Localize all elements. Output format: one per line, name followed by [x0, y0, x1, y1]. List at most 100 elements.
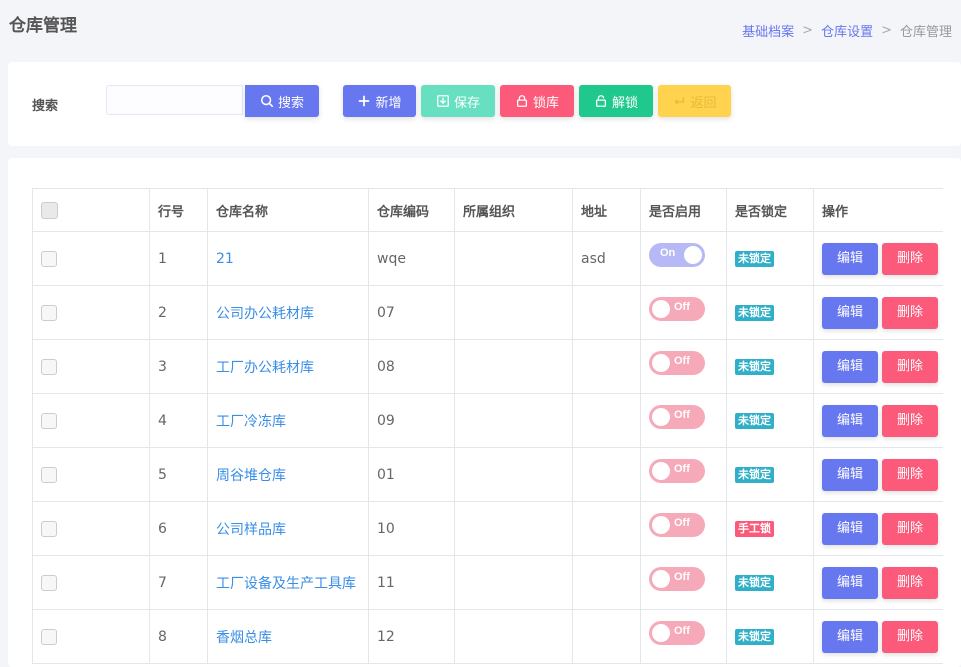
- row-number: 4: [149, 393, 208, 448]
- delete-button[interactable]: 删除: [882, 620, 938, 653]
- delete-button[interactable]: 删除: [882, 242, 938, 275]
- lock-status-cell: 未锁定: [726, 609, 814, 664]
- warehouse-code: 07: [368, 285, 455, 340]
- delete-button[interactable]: 删除: [882, 512, 938, 545]
- save-button[interactable]: 保存: [421, 85, 495, 117]
- table-row: 1 21 wqe asd On 未锁定 编辑 删除: [32, 231, 943, 286]
- enabled-toggle[interactable]: Off: [649, 566, 705, 591]
- edit-button[interactable]: 编辑: [822, 512, 878, 545]
- toggle-knob: [652, 299, 670, 318]
- add-button[interactable]: 新增: [343, 85, 416, 117]
- delete-button[interactable]: 删除: [882, 458, 938, 491]
- header-select-all-cell: [32, 188, 150, 232]
- actions-cell: 编辑 删除: [813, 555, 943, 610]
- search-button[interactable]: 搜索: [245, 85, 319, 117]
- warehouse-org: [454, 555, 573, 610]
- delete-button[interactable]: 删除: [882, 350, 938, 383]
- warehouse-name-cell: 21: [207, 231, 369, 286]
- table-row: 2 公司办公耗材库 07 Off 未锁定 编辑 删除: [32, 285, 943, 340]
- warehouse-name-cell: 公司办公耗材库: [207, 285, 369, 340]
- row-checkbox[interactable]: [41, 358, 57, 375]
- warehouse-name-cell: 公司样品库: [207, 501, 369, 556]
- row-select-cell: [32, 285, 150, 340]
- warehouse-name-link[interactable]: 公司办公耗材库: [216, 306, 314, 322]
- lock-button[interactable]: 锁库: [500, 85, 574, 117]
- warehouse-name-link[interactable]: 公司样品库: [216, 522, 286, 538]
- enabled-cell: Off: [640, 285, 727, 340]
- lock-status-cell: 未锁定: [726, 231, 814, 286]
- warehouse-address: asd: [572, 231, 641, 286]
- warehouse-address: [572, 555, 641, 610]
- enabled-cell: Off: [640, 609, 727, 664]
- enabled-toggle[interactable]: Off: [649, 512, 705, 537]
- edit-button[interactable]: 编辑: [822, 296, 878, 329]
- edit-button[interactable]: 编辑: [822, 566, 878, 599]
- lock-status-badge: 未锁定: [735, 359, 774, 375]
- row-checkbox[interactable]: [41, 628, 57, 645]
- warehouse-name-cell: 周谷堆仓库: [207, 447, 369, 502]
- edit-button[interactable]: 编辑: [822, 458, 878, 491]
- row-number: 8: [149, 609, 208, 664]
- search-input[interactable]: [106, 85, 243, 115]
- table-header-row: 行号 仓库名称 仓库编码 所属组织 地址 是否启用 是否锁定 操作: [32, 188, 943, 232]
- enabled-toggle[interactable]: Off: [649, 620, 705, 645]
- row-checkbox[interactable]: [41, 574, 57, 591]
- warehouse-name-cell: 工厂办公耗材库: [207, 339, 369, 394]
- toggle-knob: [652, 515, 670, 534]
- lock-status-badge: 未锁定: [735, 467, 774, 483]
- edit-button[interactable]: 编辑: [822, 620, 878, 653]
- edit-button[interactable]: 编辑: [822, 350, 878, 383]
- row-checkbox[interactable]: [41, 520, 57, 537]
- lock-status-badge: 未锁定: [735, 629, 774, 645]
- actions-cell: 编辑 删除: [813, 339, 943, 394]
- row-checkbox[interactable]: [41, 250, 57, 267]
- enabled-toggle[interactable]: Off: [649, 296, 705, 321]
- warehouse-org: [454, 447, 573, 502]
- enabled-toggle[interactable]: Off: [649, 350, 705, 375]
- enabled-toggle[interactable]: Off: [649, 404, 705, 429]
- warehouse-name-link[interactable]: 周谷堆仓库: [216, 468, 286, 484]
- warehouse-address: [572, 393, 641, 448]
- lock-button-label: 锁库: [532, 95, 559, 111]
- warehouse-address: [572, 339, 641, 394]
- row-checkbox[interactable]: [41, 412, 57, 429]
- row-number: 7: [149, 555, 208, 610]
- warehouse-name-link[interactable]: 香烟总库: [216, 630, 272, 646]
- warehouse-name-link[interactable]: 21: [216, 251, 234, 267]
- warehouse-address: [572, 609, 641, 664]
- breadcrumb-item-warehouse-settings[interactable]: 仓库设置: [821, 21, 873, 40]
- delete-button[interactable]: 删除: [882, 296, 938, 329]
- return-icon: [675, 97, 685, 105]
- back-button[interactable]: 返回: [658, 85, 731, 117]
- row-checkbox[interactable]: [41, 304, 57, 321]
- column-header-org: 所属组织: [454, 188, 573, 232]
- lock-status-cell: 未锁定: [726, 447, 814, 502]
- edit-button[interactable]: 编辑: [822, 242, 878, 275]
- save-icon: [437, 95, 449, 107]
- unlock-icon: [595, 95, 607, 107]
- warehouse-name-link[interactable]: 工厂设备及生产工具库: [216, 576, 356, 592]
- warehouse-name-link[interactable]: 工厂冷冻库: [216, 414, 286, 430]
- unlock-button[interactable]: 解锁: [579, 85, 653, 117]
- edit-button[interactable]: 编辑: [822, 404, 878, 437]
- table-row: 6 公司样品库 10 Off 手工锁 编辑 删除: [32, 501, 943, 556]
- enabled-cell: Off: [640, 447, 727, 502]
- row-checkbox[interactable]: [41, 466, 57, 483]
- warehouse-org: [454, 393, 573, 448]
- delete-button[interactable]: 删除: [882, 566, 938, 599]
- actions-cell: 编辑 删除: [813, 393, 943, 448]
- toggle-label: Off: [674, 354, 690, 367]
- select-all-checkbox[interactable]: [41, 201, 58, 219]
- breadcrumb-item-basic-archive[interactable]: 基础档案: [742, 21, 794, 40]
- toolbar-card: 搜索 搜索 新增 保存 锁库 解锁 返回: [8, 62, 961, 146]
- actions-cell: 编辑 删除: [813, 609, 943, 664]
- enabled-toggle[interactable]: Off: [649, 458, 705, 483]
- enabled-cell: On: [640, 231, 727, 286]
- column-header-address: 地址: [572, 188, 641, 232]
- toggle-knob: [684, 245, 702, 264]
- toggle-knob: [652, 407, 670, 426]
- delete-button[interactable]: 删除: [882, 404, 938, 437]
- warehouse-name-link[interactable]: 工厂办公耗材库: [216, 360, 314, 376]
- enabled-toggle[interactable]: On: [649, 242, 705, 267]
- toggle-label: Off: [674, 570, 690, 583]
